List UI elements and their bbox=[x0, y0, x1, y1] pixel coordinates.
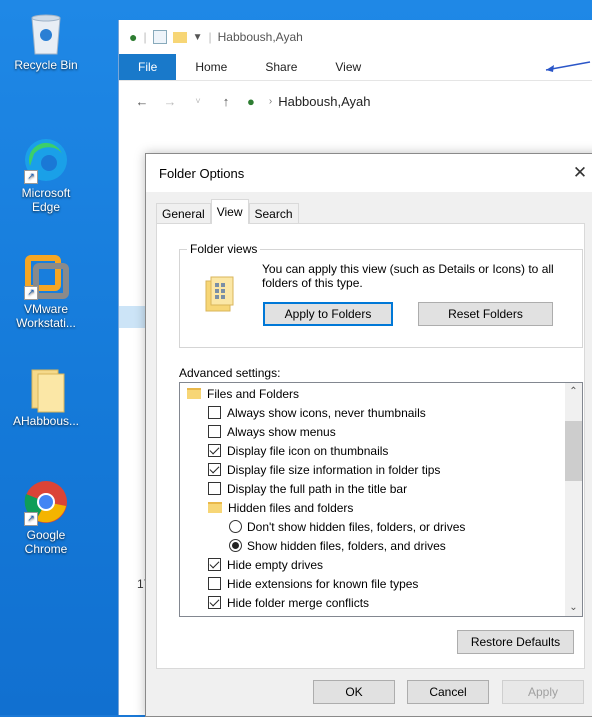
edge-icon: ↗ bbox=[22, 136, 70, 184]
setting-checkbox-always-show-icons[interactable]: Always show icons, never thumbnails bbox=[208, 403, 426, 422]
folder-view-icon bbox=[205, 275, 235, 313]
ahabbous-folder-shortcut[interactable]: AHabbous... bbox=[6, 364, 86, 428]
ribbon-tabs: File Home Share View bbox=[119, 54, 592, 81]
vmware-icon: ↗ bbox=[22, 252, 70, 300]
setting-label: Files and Folders bbox=[207, 386, 300, 401]
folder-views-legend: Folder views bbox=[187, 242, 261, 256]
dialog-tabs: General View Search bbox=[156, 199, 299, 224]
forward-arrow-icon[interactable]: → bbox=[163, 94, 177, 109]
folder-icon bbox=[187, 388, 201, 399]
dialog-titlebar: Folder Options ✕ bbox=[146, 154, 592, 192]
window-title: Habboush,Ayah bbox=[217, 30, 303, 44]
checkbox[interactable] bbox=[208, 463, 221, 476]
setting-checkbox-hide-merge-conflicts[interactable]: Hide folder merge conflicts bbox=[208, 593, 369, 612]
setting-checkbox-hide-empty-drives[interactable]: Hide empty drives bbox=[208, 555, 323, 574]
reset-folders-button[interactable]: Reset Folders bbox=[418, 302, 553, 326]
breadcrumb-separator-icon[interactable]: › bbox=[269, 96, 272, 107]
advanced-settings-label: Advanced settings: bbox=[179, 366, 281, 380]
setting-label: Hide folder merge conflicts bbox=[227, 595, 370, 610]
recent-locations-chevron-icon[interactable]: ˅ bbox=[191, 96, 205, 106]
restore-defaults-button[interactable]: Restore Defaults bbox=[457, 630, 574, 654]
edge-shortcut[interactable]: ↗ Microsoft Edge bbox=[6, 136, 86, 214]
setting-checkbox-display-full-path[interactable]: Display the full path in the title bar bbox=[208, 479, 407, 498]
setting-label: Hide empty drives bbox=[227, 557, 324, 572]
chrome-icon: ↗ bbox=[22, 478, 70, 526]
cancel-button[interactable]: Cancel bbox=[407, 680, 489, 704]
setting-radio-show-hidden[interactable]: Show hidden files, folders, and drives bbox=[229, 536, 446, 555]
scroll-down-icon[interactable]: ⌄ bbox=[565, 599, 582, 616]
setting-checkbox-display-file-size[interactable]: Display file size information in folder … bbox=[208, 460, 440, 479]
recycle-bin-icon bbox=[22, 8, 70, 56]
customize-toolbar-chevron-icon[interactable]: ▼ bbox=[193, 32, 203, 43]
setting-radio-dont-show-hidden[interactable]: Don't show hidden files, folders, or dri… bbox=[229, 517, 465, 536]
folder-views-group: Folder views You can apply this view (su… bbox=[179, 242, 583, 348]
setting-label: Always show menus bbox=[227, 424, 336, 439]
tab-view[interactable]: View bbox=[316, 54, 380, 80]
close-icon[interactable]: ✕ bbox=[563, 158, 592, 188]
setting-label: Display the full path in the title bar bbox=[227, 481, 408, 496]
tab-general[interactable]: General bbox=[156, 203, 211, 224]
radio-button[interactable] bbox=[229, 539, 242, 552]
list-item: Hidden files and folders bbox=[208, 498, 353, 517]
recycle-bin-shortcut[interactable]: Recycle Bin bbox=[6, 8, 86, 72]
tab-view[interactable]: View bbox=[210, 199, 249, 224]
setting-label: Display file size information in folder … bbox=[227, 462, 441, 477]
scroll-thumb[interactable] bbox=[565, 421, 582, 481]
annotation-arrow-icon bbox=[545, 61, 591, 72]
user-folder-icon: ● bbox=[247, 93, 255, 109]
folder-views-description: You can apply this view (such as Details… bbox=[262, 262, 554, 290]
tab-file[interactable]: File bbox=[119, 54, 177, 80]
tab-share[interactable]: Share bbox=[246, 54, 316, 80]
tab-search[interactable]: Search bbox=[248, 203, 299, 224]
checkbox[interactable] bbox=[208, 406, 221, 419]
setting-label: Show hidden files, folders, and drives bbox=[247, 538, 446, 553]
radio-button[interactable] bbox=[229, 520, 242, 533]
scroll-up-icon[interactable]: ⌃ bbox=[565, 383, 582, 400]
view-tab-panel: Folder views You can apply this view (su… bbox=[156, 223, 585, 669]
breadcrumb-current[interactable]: Habboush,Ayah bbox=[278, 94, 370, 109]
checkbox[interactable] bbox=[208, 577, 221, 590]
desktop-icon-label: Microsoft Edge bbox=[21, 186, 71, 214]
setting-checkbox-hide-extensions[interactable]: Hide extensions for known file types bbox=[208, 574, 418, 593]
up-arrow-icon[interactable]: ↑ bbox=[219, 94, 233, 109]
explorer-titlebar: ● | ▼ | Habboush,Ayah bbox=[129, 29, 303, 45]
setting-label: Always show icons, never thumbnails bbox=[227, 405, 426, 420]
checkbox[interactable] bbox=[208, 425, 221, 438]
apply-button[interactable]: Apply bbox=[502, 680, 584, 704]
setting-label: Hidden files and folders bbox=[228, 500, 354, 515]
setting-checkbox-always-show-menus[interactable]: Always show menus bbox=[208, 422, 336, 441]
vmware-shortcut[interactable]: ↗ VMware Workstati... bbox=[6, 252, 86, 330]
desktop-icon-label: Google Chrome bbox=[24, 528, 68, 556]
desktop-icon-label: AHabbous... bbox=[12, 414, 80, 428]
apply-to-folders-button[interactable]: Apply to Folders bbox=[263, 302, 393, 326]
setting-label: Don't show hidden files, folders, or dri… bbox=[247, 519, 466, 534]
scrollbar[interactable]: ⌃ ⌄ bbox=[565, 383, 582, 616]
setting-label: Hide extensions for known file types bbox=[227, 576, 419, 591]
advanced-settings-list[interactable]: Files and Folders Always show icons, nev… bbox=[179, 382, 583, 617]
new-folder-icon[interactable] bbox=[172, 31, 187, 43]
checkbox[interactable] bbox=[208, 482, 221, 495]
list-item: Files and Folders bbox=[187, 384, 299, 403]
folder-options-dialog: Folder Options ✕ General View Search Fol… bbox=[145, 153, 592, 717]
ok-button[interactable]: OK bbox=[313, 680, 395, 704]
desktop-icon-label: Recycle Bin bbox=[14, 58, 78, 72]
properties-icon[interactable] bbox=[152, 30, 167, 44]
setting-label: Display file icon on thumbnails bbox=[227, 443, 389, 458]
checkbox[interactable] bbox=[208, 558, 221, 571]
chrome-shortcut[interactable]: ↗ Google Chrome bbox=[6, 478, 86, 556]
back-arrow-icon[interactable]: ← bbox=[135, 94, 149, 109]
setting-checkbox-display-file-icon[interactable]: Display file icon on thumbnails bbox=[208, 441, 388, 460]
user-folder-icon: ● bbox=[129, 29, 138, 45]
checkbox[interactable] bbox=[208, 444, 221, 457]
desktop-icon-label: VMware Workstati... bbox=[16, 302, 76, 330]
folder-icon bbox=[22, 364, 70, 413]
tab-home[interactable]: Home bbox=[176, 54, 246, 80]
address-bar: ← → ˅ ↑ ● › Habboush,Ayah bbox=[119, 81, 592, 121]
dialog-title: Folder Options bbox=[159, 165, 245, 181]
checkbox[interactable] bbox=[208, 596, 221, 609]
folder-icon bbox=[208, 502, 222, 513]
